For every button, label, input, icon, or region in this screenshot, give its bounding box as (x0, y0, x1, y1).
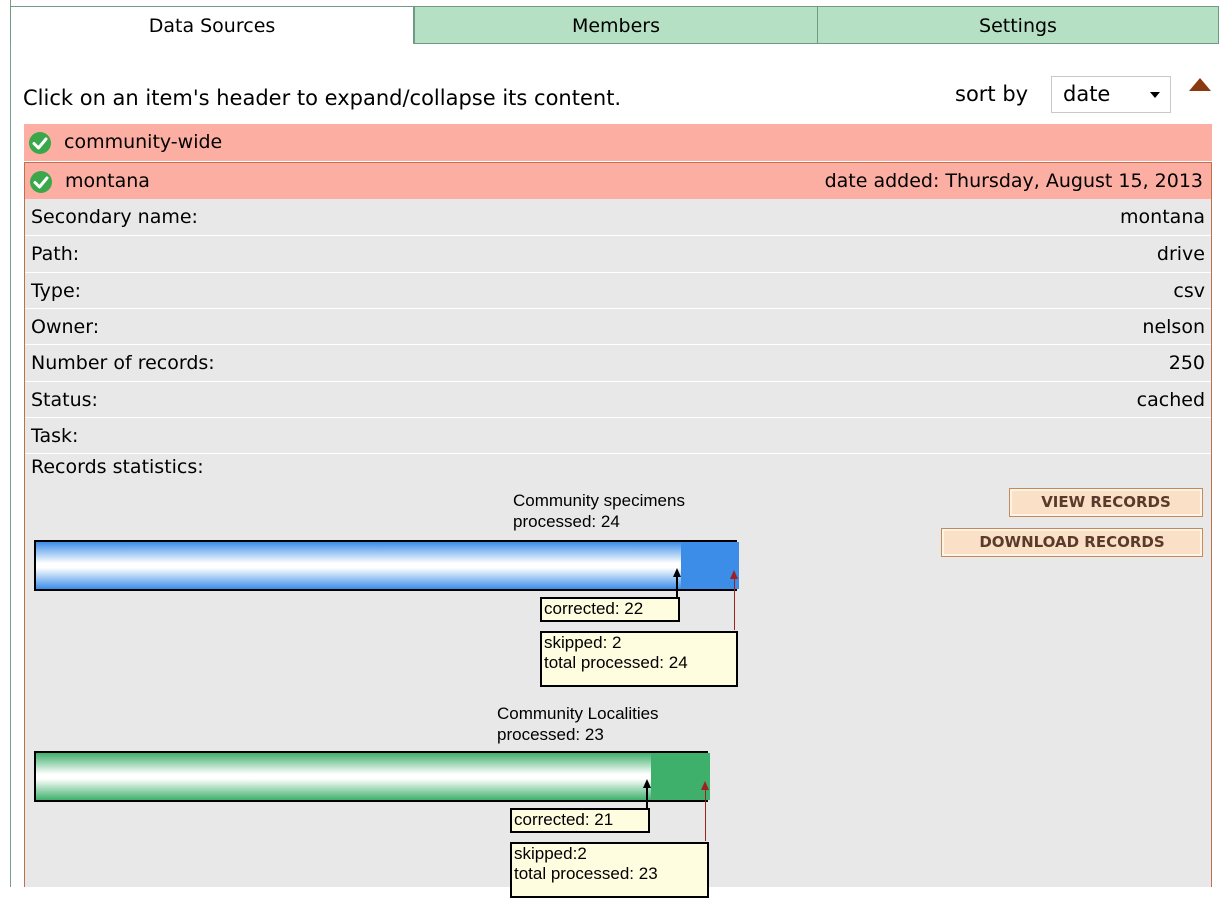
instructions-text: Click on an item's header to expand/coll… (23, 86, 622, 110)
detail-value: nelson (1142, 316, 1205, 338)
tab-settings[interactable]: Settings (817, 6, 1219, 44)
total-processed-label: total processed: 24 (544, 653, 688, 672)
detail-label: Task: (31, 425, 79, 447)
skipped-label: skipped:2 (514, 844, 587, 863)
corrected-tooltip: corrected: 21 (510, 808, 650, 833)
detail-row: Secondary name: montana (25, 199, 1211, 235)
detail-label: Path: (31, 243, 80, 265)
item-title: community-wide (64, 131, 223, 153)
tab-members[interactable]: Members (414, 6, 818, 44)
chart-title-name: Community Localities (497, 704, 659, 723)
tab-bar: Data Sources Members Settings (10, 6, 1219, 44)
tab-data-sources[interactable]: Data Sources (10, 6, 414, 44)
detail-value: cached (1136, 389, 1205, 411)
skipped-label: skipped: 2 (544, 633, 622, 652)
total-marker (734, 578, 735, 630)
processed-bar (34, 751, 710, 802)
detail-label: Owner: (31, 316, 100, 338)
corrected-segment (36, 753, 651, 800)
detail-row: Owner: nelson (25, 309, 1211, 345)
total-processed-label: total processed: 23 (514, 864, 658, 883)
detail-value: drive (1156, 243, 1205, 265)
sort-by-label: sort by (955, 82, 1029, 106)
view-records-button[interactable]: VIEW RECORDS (1009, 488, 1203, 517)
skipped-tooltip: skipped:2 total processed: 23 (510, 842, 709, 898)
detail-row: Path: drive (25, 236, 1211, 272)
detail-label: Secondary name: (31, 206, 198, 228)
detail-row: Status: cached (25, 382, 1211, 418)
item-details-panel: Secondary name: montana Path: drive Type… (24, 199, 1212, 898)
sort-select[interactable]: date (1051, 76, 1171, 113)
item-date-added: date added: Thursday, August 15, 2013 (824, 170, 1203, 192)
total-marker-arrow (730, 570, 738, 579)
item-header-community-wide[interactable]: community-wide (24, 124, 1212, 161)
corrected-segment (36, 542, 681, 589)
left-frame-border (10, 0, 11, 887)
detail-label: Number of records: (31, 352, 215, 374)
check-circle-icon (29, 132, 51, 154)
processed-bar (34, 540, 739, 591)
download-records-button[interactable]: DOWNLOAD RECORDS (941, 528, 1203, 557)
chevron-down-icon (1150, 92, 1160, 98)
detail-row: Task: (25, 418, 1211, 454)
chart-title: Community Localities processed: 23 (497, 703, 659, 745)
item-title: montana (65, 170, 150, 192)
records-statistics-label: Records statistics: (31, 456, 204, 478)
chart-title-name: Community specimens (513, 491, 685, 510)
chart-processed-label: processed: 23 (497, 725, 604, 744)
corrected-marker-arrow (643, 779, 651, 788)
check-circle-icon (30, 171, 52, 193)
corrected-marker-arrow (673, 568, 681, 577)
skipped-tooltip: skipped: 2 total processed: 24 (540, 631, 738, 687)
item-header-montana[interactable]: montana date added: Thursday, August 15,… (24, 162, 1212, 199)
detail-label: Status: (31, 389, 98, 411)
detail-value: 250 (1168, 352, 1205, 374)
detail-row: Type: csv (25, 273, 1211, 309)
detail-label: Type: (31, 280, 82, 302)
row-divider (25, 453, 1211, 454)
total-marker (705, 789, 706, 841)
detail-value: csv (1173, 280, 1205, 302)
sort-direction-icon[interactable] (1189, 78, 1211, 91)
chart-processed-label: processed: 24 (513, 512, 620, 531)
corrected-tooltip: corrected: 22 (540, 597, 680, 622)
skipped-segment (651, 753, 710, 800)
detail-row: Number of records: 250 (25, 345, 1211, 381)
chart-title: Community specimens processed: 24 (513, 490, 685, 532)
sort-select-value: date (1063, 82, 1111, 106)
skipped-segment (681, 542, 739, 589)
total-marker-arrow (701, 781, 709, 790)
detail-value: montana (1120, 206, 1205, 228)
